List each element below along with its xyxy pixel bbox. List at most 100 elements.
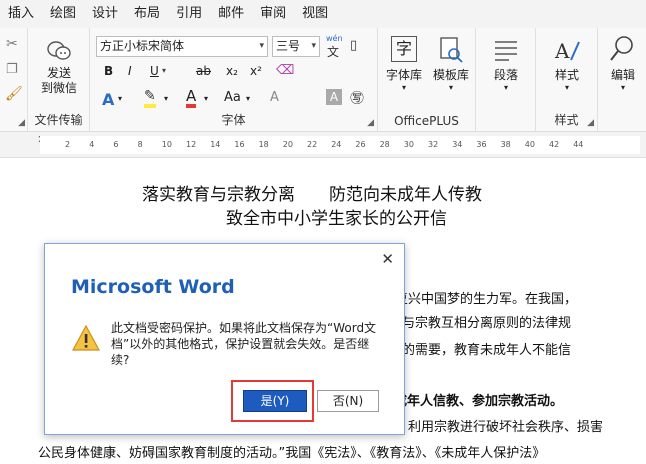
ruler-tick: 34 (452, 140, 463, 149)
tab-view[interactable]: 视图 (294, 0, 336, 28)
ruler-tick: 14 (210, 140, 221, 149)
font-library-label: 字体库 (385, 68, 422, 82)
clipboard-group: ✂ ❐ 🖌 ◢ (0, 28, 28, 132)
clipboard-launcher-icon[interactable]: ◢ (18, 118, 25, 128)
ribbon-tab-bar: 插入 绘图 设计 布局 引用 邮件 审阅 视图 (0, 0, 646, 28)
password-protect-dialog: ✕ Microsoft Word 此文档受密码保护。如果将此文档保存为“Word… (44, 243, 405, 435)
phonetic-guide-icon[interactable]: 文 (327, 43, 339, 60)
tab-insert[interactable]: 插入 (0, 0, 42, 28)
phonetic-guide-label: wén (326, 34, 343, 43)
highlight-box (231, 380, 314, 422)
font-launcher-icon[interactable]: ◢ (367, 118, 374, 128)
paragraph-label: 段落 (493, 68, 518, 82)
body-line-5: 利用宗教进行破坏社会秩序、损害 (408, 420, 604, 435)
tab-layout[interactable]: 布局 (126, 0, 168, 28)
officeplus-group-label: OfficePLUS (394, 114, 459, 128)
ruler-tick: 28 (379, 140, 390, 149)
styles-icon: A (554, 39, 580, 63)
chevron-down-icon[interactable]: ▾ (162, 66, 166, 75)
chevron-down-icon[interactable]: ▾ (118, 94, 122, 103)
paragraph-icon (495, 41, 517, 61)
chevron-down-icon: ▾ (503, 83, 508, 92)
underline-button[interactable]: U (150, 64, 159, 78)
close-icon[interactable]: ✕ (381, 250, 394, 268)
chevron-down-icon[interactable]: ▾ (204, 94, 208, 103)
chevron-down-icon: ▾ (311, 41, 316, 51)
ruler-tick: 38 (500, 140, 511, 149)
send-to-wechat-button[interactable]: 发送 到微信 (34, 38, 84, 96)
chevron-down-icon: ▾ (564, 83, 569, 92)
doc-title-line-2: 致全市中小学生家长的公开信 (226, 209, 447, 229)
text-effects-button[interactable]: A (102, 90, 114, 109)
chevron-down-icon[interactable]: ▾ (164, 94, 168, 103)
char-border-icon[interactable]: ▯ (350, 38, 357, 53)
chevron-down-icon: ▾ (401, 83, 406, 92)
warning-icon (71, 324, 101, 351)
strikethrough-button[interactable]: ab (196, 64, 211, 78)
ruler-tick: 18 (258, 140, 269, 149)
copy-icon[interactable]: ❐ (6, 62, 18, 77)
ruler-tick: 20 (282, 140, 293, 149)
no-button[interactable]: 否(N) (317, 390, 379, 412)
svg-text:A: A (554, 39, 570, 63)
font-library-icon: 字 (391, 36, 417, 62)
body-line-1: 吕大复兴中国梦的生力军。在我国， (369, 292, 578, 307)
ruler-tick: 36 (476, 140, 487, 149)
font-library-button[interactable]: 字 字体库 ▾ (384, 36, 424, 92)
paragraph-group: 段落 ▾ (476, 28, 536, 132)
officeplus-group: 字 字体库 ▾ 模板库 ▾ OfficePLUS (378, 28, 476, 132)
template-library-button[interactable]: 模板库 ▾ (430, 36, 472, 92)
font-size-combo[interactable]: 三号 ▾ (272, 36, 320, 57)
tab-review[interactable]: 审阅 (252, 0, 294, 28)
chevron-down-icon: ▾ (620, 83, 625, 92)
bold-button[interactable]: B (104, 64, 113, 78)
tab-draw[interactable]: 绘图 (42, 0, 84, 28)
tab-references[interactable]: 引用 (168, 0, 210, 28)
superscript-button[interactable]: x² (250, 64, 262, 78)
chevron-down-icon[interactable]: ▾ (246, 94, 250, 103)
char-shading-icon[interactable]: A (326, 89, 342, 105)
ruler-tick: 24 (331, 140, 342, 149)
body-line-6: 公民身体健康、妨碍国家教育制度的活动。”我国《宪法》、《教育法》、《未成年人保护… (38, 446, 546, 461)
file-transfer-group-label: 文件传输 (34, 113, 83, 127)
font-name-combo[interactable]: 方正小标宋简体 ▾ (96, 36, 268, 57)
chevron-down-icon: ▾ (259, 41, 264, 51)
ruler-scale: 2 4 6 8 10 12 14 16 18 20 22 24 26 28 30 32 34 36 38 40 42 44 (40, 136, 640, 154)
style-launcher-icon[interactable]: ◢ (587, 118, 594, 128)
horizontal-ruler[interactable]: ⧖ 24681012141618202224262830323436384042… (0, 132, 646, 158)
tab-design[interactable]: 设计 (84, 0, 126, 28)
italic-button[interactable]: I (128, 64, 132, 78)
doc-title-line-1: 落实教育与宗教分离 防范向未成年人传教 (142, 185, 482, 205)
ruler-tick: 22 (307, 140, 318, 149)
font-name-value: 方正小标宋简体 (100, 39, 185, 53)
ruler-tick: 30 (403, 140, 414, 149)
styles-button[interactable]: A 样式 ▾ (544, 36, 590, 92)
ruler-tick: 42 (549, 140, 560, 149)
ruler-tick: 26 (355, 140, 366, 149)
file-transfer-group: 发送 到微信 文件传输 (28, 28, 90, 132)
clear-format-icon[interactable]: ⌫ (276, 63, 294, 78)
ribbon: ✂ ❐ 🖌 ◢ 发送 到微信 文件传输 方正小标宋简体 ▾ 三号 ▾ wén 文… (0, 28, 646, 132)
editing-button[interactable]: 编辑 ▾ (602, 34, 644, 92)
enclose-char-icon[interactable]: ㊢ (350, 88, 364, 108)
editing-label: 编辑 (610, 68, 635, 82)
cut-icon[interactable]: ✂ (6, 36, 18, 52)
change-case-button[interactable]: Aa (224, 90, 241, 105)
style-group: A 样式 ▾ 样式 ◢ (536, 28, 598, 132)
highlight-icon[interactable]: ✎ (144, 88, 156, 108)
grow-font-icon[interactable]: A (270, 90, 279, 105)
ruler-tick: 10 (161, 140, 172, 149)
send-to-wechat-label: 发送 到微信 (40, 66, 77, 95)
format-painter-icon[interactable]: 🖌 (5, 86, 23, 102)
ruler-tick: 32 (428, 140, 439, 149)
body-line-4: 成年人信教、参加宗教活动。 (394, 394, 564, 409)
ruler-tick: 16 (234, 140, 245, 149)
template-library-icon (440, 37, 463, 63)
font-color-button[interactable]: A (186, 88, 197, 108)
body-line-2: 教育与宗教互相分离原则的法律规 (376, 316, 572, 331)
ruler-tick: 40 (524, 140, 535, 149)
subscript-button[interactable]: x₂ (226, 64, 238, 78)
font-size-value: 三号 (276, 39, 301, 53)
tab-mailings[interactable]: 邮件 (210, 0, 252, 28)
paragraph-button[interactable]: 段落 ▾ (484, 38, 528, 92)
